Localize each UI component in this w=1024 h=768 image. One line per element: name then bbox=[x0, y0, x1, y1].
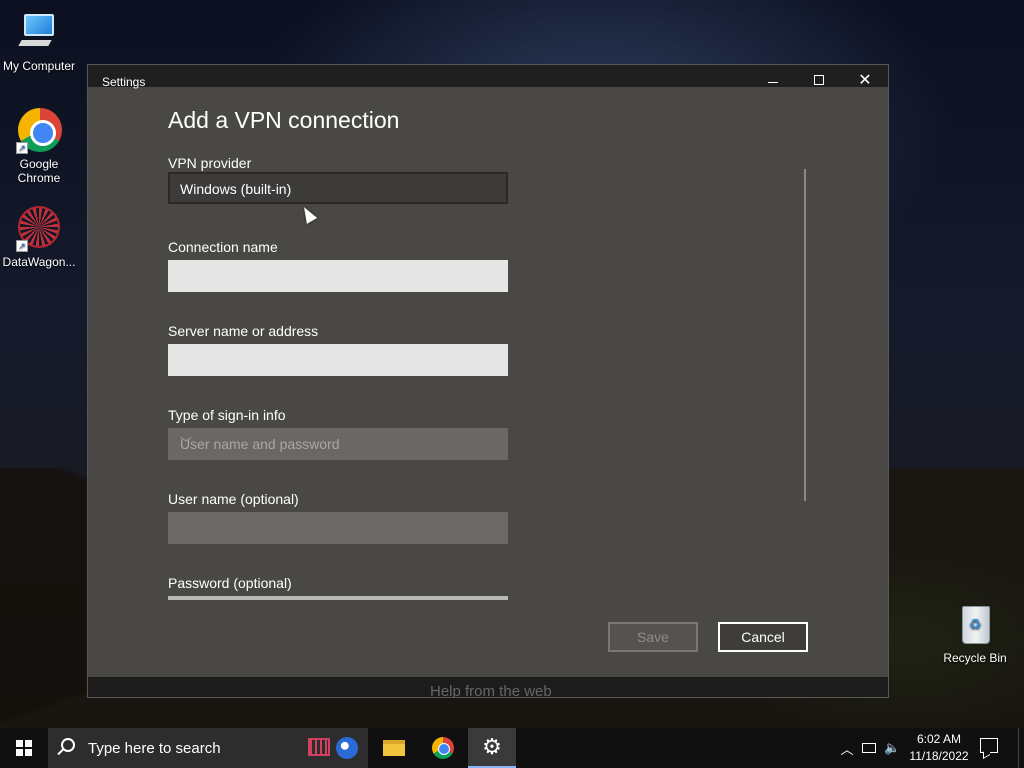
show-desktop-button[interactable] bbox=[1018, 728, 1024, 768]
desktop-icon-my-computer[interactable]: My Computer bbox=[0, 10, 78, 73]
desktop-icon-label: Google Chrome bbox=[17, 157, 61, 185]
settings-window: Settings ✕ Add a VPN connection VPN prov… bbox=[87, 64, 889, 698]
datawagon-icon: ↗ bbox=[16, 206, 62, 252]
desktop-icon-label: My Computer bbox=[2, 59, 76, 73]
vpn-provider-select[interactable]: Windows (built-in) bbox=[168, 172, 508, 204]
chrome-icon: ↗ bbox=[16, 108, 62, 154]
title-bar[interactable]: Settings ✕ bbox=[88, 65, 888, 89]
window-bottom-strip: Help from the web bbox=[88, 677, 888, 697]
cancel-button[interactable]: Cancel bbox=[718, 622, 808, 652]
taskbar-chrome[interactable] bbox=[419, 728, 467, 768]
desktop-icon-label: Recycle Bin bbox=[943, 651, 1007, 665]
search-icon bbox=[61, 738, 75, 752]
password-input[interactable] bbox=[168, 596, 508, 600]
clock-date: 11/18/2022 bbox=[909, 749, 969, 763]
chrome-icon bbox=[432, 737, 454, 759]
network-icon bbox=[862, 743, 876, 753]
show-hidden-icons-button[interactable]: ︿ bbox=[838, 728, 856, 768]
recycle-bin-icon bbox=[952, 602, 998, 648]
taskbar-search-box[interactable]: Type here to search bbox=[48, 728, 368, 768]
taskbar: Type here to search ⚙ ︿ 🔈 6:02 AM 11/18/… bbox=[0, 728, 1024, 768]
clock-time: 6:02 AM bbox=[916, 732, 962, 746]
chevron-down-icon: ﹀ bbox=[180, 436, 193, 450]
window-title: Settings bbox=[102, 75, 146, 89]
minimize-button[interactable] bbox=[750, 65, 796, 95]
file-explorer-icon bbox=[383, 740, 405, 756]
vpn-provider-label: VPN provider bbox=[168, 155, 252, 171]
settings-icon: ⚙ bbox=[482, 734, 502, 759]
desktop-icon-label: DataWagon... bbox=[2, 255, 76, 269]
taskbar-settings[interactable]: ⚙ bbox=[468, 728, 516, 768]
close-button[interactable]: ✕ bbox=[842, 65, 888, 95]
server-address-input[interactable] bbox=[168, 344, 508, 376]
help-from-web-text: Help from the web bbox=[430, 683, 552, 697]
volume-icon: 🔈 bbox=[884, 740, 901, 755]
password-label: Password (optional) bbox=[168, 575, 292, 591]
windows-logo-icon bbox=[16, 740, 32, 756]
vpn-provider-value: Windows (built-in) bbox=[180, 181, 292, 197]
save-button[interactable]: Save bbox=[608, 622, 698, 652]
network-button[interactable] bbox=[862, 728, 880, 768]
maximize-button[interactable] bbox=[796, 65, 842, 95]
computer-icon bbox=[16, 10, 62, 56]
username-input[interactable] bbox=[168, 512, 508, 544]
maximize-icon bbox=[814, 75, 824, 85]
desktop-icon-recycle-bin[interactable]: Recycle Bin bbox=[936, 602, 1014, 665]
scrollbar[interactable] bbox=[804, 169, 806, 501]
volume-button[interactable]: 🔈 bbox=[884, 728, 906, 768]
page-title: Add a VPN connection bbox=[168, 107, 400, 133]
close-icon: ✕ bbox=[858, 72, 872, 89]
clock[interactable]: 6:02 AM 11/18/2022 bbox=[906, 731, 972, 765]
desktop-icon-google-chrome[interactable]: ↗ Google Chrome bbox=[0, 108, 78, 185]
server-address-label: Server name or address bbox=[168, 323, 319, 339]
minimize-icon bbox=[768, 81, 778, 83]
taskbar-file-explorer[interactable] bbox=[370, 728, 418, 768]
desktop-icon-datawagon[interactable]: ↗ DataWagon... bbox=[0, 206, 78, 269]
search-highlight-icon[interactable] bbox=[308, 736, 360, 760]
username-label: User name (optional) bbox=[168, 491, 299, 507]
notification-icon[interactable] bbox=[980, 738, 998, 753]
connection-name-label: Connection name bbox=[168, 239, 278, 255]
chevron-up-icon: ︿ bbox=[840, 741, 854, 757]
connection-name-input[interactable] bbox=[168, 260, 508, 292]
signin-type-label: Type of sign-in info bbox=[168, 407, 286, 423]
start-button[interactable] bbox=[0, 728, 48, 768]
search-placeholder: Type here to search bbox=[88, 740, 221, 757]
signin-type-select[interactable]: User name and password ﹀ bbox=[168, 428, 508, 460]
